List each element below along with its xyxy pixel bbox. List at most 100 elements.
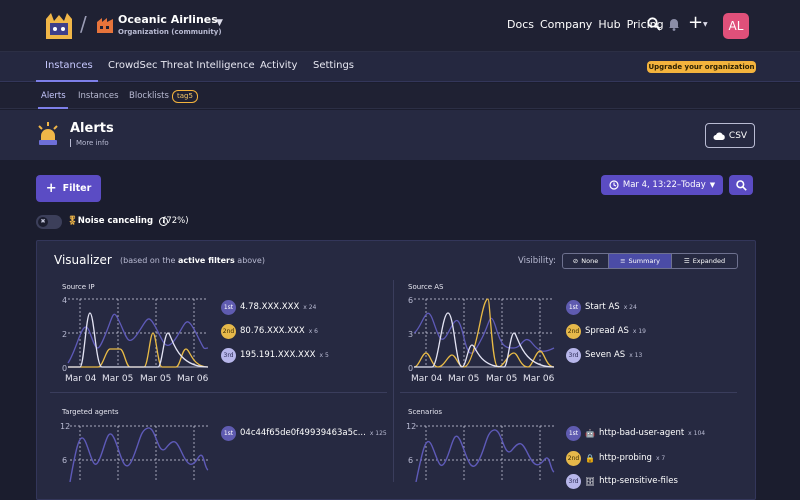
x-tick: Mar 05	[102, 374, 133, 384]
tab-threat-intelligence[interactable]: CrowdSec Threat Intelligence	[108, 60, 255, 71]
y-tick: 4	[62, 296, 67, 305]
search-icon[interactable]	[647, 17, 661, 31]
panel-title-targeted-agents: Targeted agents	[62, 408, 119, 416]
list-item[interactable]: 1st 4.78.XXX.XXX x 24	[221, 299, 316, 315]
rank-badge: 1st	[566, 425, 581, 441]
rank-badge: 1st	[221, 425, 236, 441]
rank-badge: 1st	[221, 299, 236, 315]
top-nav: Docs Company Hub Pricing	[507, 18, 664, 31]
tab-instances[interactable]: Instances	[45, 60, 93, 71]
list-icon: ≡	[620, 257, 626, 265]
source-as-chart: 6 3 0 Mar 04 Mar 05 Mar 05 Mar 06	[408, 296, 555, 384]
chevron-down-icon[interactable]: ▼	[703, 21, 708, 28]
rank-badge: 2nd	[221, 323, 236, 339]
y-tick: 3	[408, 330, 413, 339]
panel-title-source-as: Source AS	[408, 283, 444, 291]
panel-divider	[50, 392, 387, 393]
add-icon[interactable]: +	[688, 14, 703, 32]
y-tick: 12	[60, 422, 70, 431]
robot-icon: 🤖	[585, 428, 595, 438]
subtab-alerts[interactable]: Alerts	[41, 91, 66, 101]
active-tab-indicator	[36, 80, 98, 82]
rank-badge: 2nd	[566, 323, 581, 339]
tab-settings[interactable]: Settings	[313, 60, 354, 71]
organization-name[interactable]: Oceanic Airlines	[118, 13, 218, 26]
noise-canceling-toggle[interactable]: ✖	[36, 215, 62, 229]
list-item[interactable]: 1st Start AS x 24	[566, 299, 637, 315]
list-item[interactable]: 1st 🤖 http-bad-user-agent x 104	[566, 425, 705, 441]
panel-title-scenarios: Scenarios	[408, 408, 443, 416]
page-title: Alerts	[70, 121, 114, 136]
organization-icon	[97, 18, 113, 33]
breadcrumb-separator: /	[80, 12, 87, 36]
more-info-link[interactable]: More info	[70, 139, 109, 147]
panel-title-source-ip: Source IP	[62, 283, 95, 291]
list-item[interactable]: 2nd 🔒 http-probing x 7	[566, 450, 665, 466]
visibility-summary-option[interactable]: ≡ Summary	[609, 254, 672, 268]
nav-company[interactable]: Company	[540, 18, 592, 31]
x-tick: Mar 06	[177, 374, 209, 384]
source-ip-chart: 4 2 0 Mar 04 Mar 05 Mar 05 Mar 06	[62, 296, 209, 384]
file-cabinet-icon: 🗄	[585, 476, 596, 486]
visualizer-title: Visualizer	[54, 253, 112, 267]
nav-docs[interactable]: Docs	[507, 18, 534, 31]
y-tick: 12	[406, 422, 416, 431]
targeted-agents-chart: 12 6	[60, 422, 209, 482]
lock-icon: 🔒	[585, 453, 595, 463]
list-item[interactable]: 3rd 195.191.XXX.XXX x 5	[221, 347, 329, 363]
search-icon	[735, 179, 747, 191]
x-tick: Mar 04	[65, 374, 97, 384]
visualizer-subtitle: (based on the active filters above)	[120, 256, 265, 265]
clock-icon	[609, 180, 619, 190]
list-item[interactable]: 3rd Seven AS x 13	[566, 347, 642, 363]
rank-badge: 2nd	[566, 450, 581, 466]
active-subtab-indicator	[38, 107, 68, 109]
rank-badge: 3rd	[221, 347, 236, 363]
scenarios-chart: 12 6	[406, 422, 555, 482]
expand-icon: ☰	[683, 257, 690, 265]
visibility-expanded-option[interactable]: ☰ Expanded	[672, 254, 737, 268]
list-item[interactable]: 3rd 🗄 http-sensitive-files	[566, 473, 678, 489]
x-tick: Mar 05	[140, 374, 171, 384]
nav-hub[interactable]: Hub	[598, 18, 620, 31]
chevron-down-icon[interactable]: ▼	[216, 18, 223, 28]
y-tick: 6	[408, 296, 413, 305]
visibility-none-option[interactable]: ⊘ None	[563, 254, 609, 268]
list-item[interactable]: 2nd 80.76.XXX.XXX x 6	[221, 323, 318, 339]
rank-badge: 3rd	[566, 347, 581, 363]
x-tick: Mar 06	[523, 374, 555, 384]
search-button[interactable]	[729, 175, 753, 195]
panel-divider	[393, 280, 394, 482]
close-icon: ✖	[38, 217, 48, 227]
filter-label: Filter	[62, 183, 92, 194]
y-tick: 6	[408, 456, 413, 465]
bell-icon[interactable]	[668, 17, 680, 31]
cloud-download-icon	[713, 132, 725, 140]
y-tick: 0	[408, 364, 413, 373]
noise-canceling-label: 🎖Noise canceling i	[67, 216, 169, 226]
list-item[interactable]: 2nd Spread AS x 19	[566, 323, 646, 339]
subtab-instances[interactable]: Instances	[78, 91, 119, 101]
tab-activity[interactable]: Activity	[260, 60, 297, 71]
page-header	[0, 110, 800, 160]
y-tick: 2	[62, 330, 67, 339]
filter-button[interactable]: + Filter	[36, 175, 101, 202]
panel-divider	[400, 392, 737, 393]
rank-badge: 1st	[566, 299, 581, 315]
y-tick: 6	[62, 456, 67, 465]
alarm-light-icon	[38, 122, 58, 145]
export-csv-button[interactable]: CSV	[705, 123, 755, 148]
crowdsec-logo-icon[interactable]	[42, 9, 76, 41]
user-avatar[interactable]: AL	[723, 13, 749, 39]
organization-type: Organization (community)	[118, 28, 222, 36]
medal-icon: 🎖	[67, 216, 78, 226]
date-range-picker[interactable]: Mar 4, 13:22–Today ▼	[601, 175, 723, 195]
list-item[interactable]: 1st 04c44f65de0f49939463a5c... x 125	[221, 425, 387, 441]
y-tick: 0	[62, 364, 67, 373]
sub-tabs	[0, 83, 800, 109]
plus-icon: +	[45, 181, 57, 196]
subtab-blocklists[interactable]: Blocklists	[129, 91, 169, 101]
upgrade-button[interactable]: Upgrade your organization	[647, 61, 756, 73]
top-bar	[0, 0, 800, 52]
csv-label: CSV	[728, 130, 748, 141]
